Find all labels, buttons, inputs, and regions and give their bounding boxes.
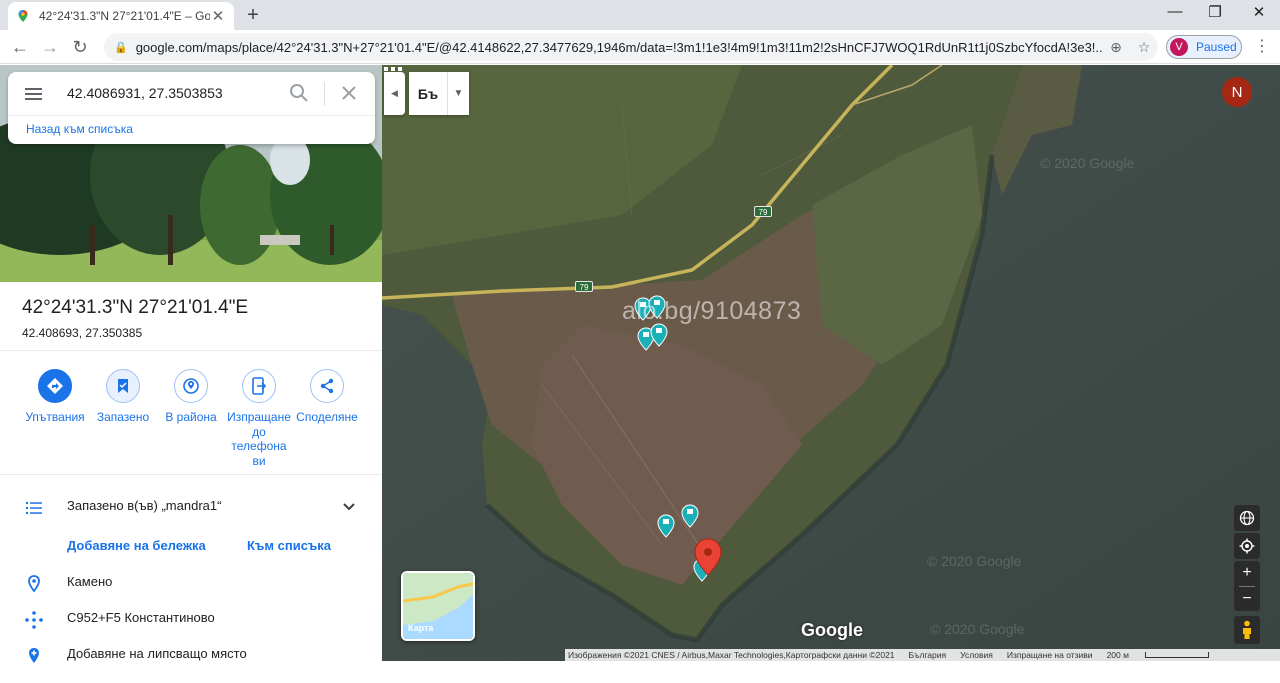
copyright-ghost: © 2020 Google <box>930 621 1025 637</box>
browser-tab[interactable]: 42°24'31.3"N 27°21'01.4"E – Google ✕ <box>8 2 234 30</box>
to-list-link[interactable]: Към списъка <box>247 538 331 553</box>
page-title: 42°24'31.3"N 27°21'01.4"E <box>22 297 249 318</box>
plus-code-row[interactable]: C952+F5 Константиново <box>0 604 382 634</box>
chevron-down-icon[interactable] <box>340 498 358 516</box>
nearby-button[interactable]: В района <box>157 369 225 425</box>
location-pin-icon <box>28 575 40 593</box>
copyright-ghost: © 2020 Google <box>927 553 1022 569</box>
scale-label: 200 м <box>1106 650 1129 660</box>
lock-icon: 🔒 <box>114 41 128 54</box>
account-avatar[interactable]: N <box>1222 77 1252 107</box>
nearby-label: В района <box>165 410 217 424</box>
profile-status: Paused <box>1196 40 1237 54</box>
search-box: 42.4086931, 27.3503853 Назад към списъка <box>8 72 375 144</box>
maps-pin-icon <box>18 10 28 22</box>
locality-text: Камено <box>67 574 113 589</box>
satellite-imagery <box>382 65 1280 661</box>
pegman-icon[interactable] <box>1234 616 1260 644</box>
location-target-icon[interactable]: ⊕ <box>1102 39 1130 56</box>
tab-bar: 42°24'31.3"N 27°21'01.4"E – Google ✕ + —… <box>0 0 1280 30</box>
copyright-ghost: © 2020 Google <box>1040 155 1135 171</box>
back-arrow-icon[interactable]: ← <box>8 35 32 59</box>
add-place-icon <box>29 648 39 663</box>
minimize-icon[interactable]: — <box>1160 3 1190 20</box>
scale-bar[interactable]: 200 м <box>1107 650 1223 660</box>
nearby-icon <box>183 378 199 394</box>
terms-link[interactable]: Условия <box>960 650 993 660</box>
share-icon <box>320 378 334 394</box>
profile-avatar: V <box>1170 38 1188 56</box>
directions-icon <box>47 378 63 394</box>
divider <box>0 474 382 475</box>
saved-in-list-text: Запазено в(ъв) „mandra1“ <box>67 498 222 513</box>
google-logo: Google <box>801 620 863 640</box>
tab-title: 42°24'31.3"N 27°21'01.4"E – Google <box>39 9 210 23</box>
send-to-phone-label: Изпращане до телефона ви <box>227 410 291 468</box>
road-79-label: 79 <box>754 206 772 217</box>
directions-label: Упътвания <box>25 410 85 424</box>
share-label: Споделяне <box>296 410 358 424</box>
new-tab-icon[interactable]: + <box>243 4 263 27</box>
bookmark-icon <box>118 379 128 393</box>
send-to-phone-icon <box>252 377 267 395</box>
language-button[interactable]: Бъ ▼ <box>409 72 469 115</box>
map-layer-toggle[interactable]: Карта <box>401 571 475 641</box>
country-link[interactable]: България <box>909 650 947 660</box>
browser-toolbar: ← → ↻ 🔒 google.com/maps/place/42°24'31.3… <box>0 30 1280 64</box>
watermark-text: alo.bg/9104873 <box>622 297 802 325</box>
plus-code-icon <box>25 611 43 629</box>
search-separator <box>8 115 375 116</box>
map-attribution-bar: Изображения ©2021 CNES / Airbus,Maxar Te… <box>565 649 1280 661</box>
saved-button[interactable]: Запазено <box>89 369 157 425</box>
place-panel: 42.4086931, 27.3503853 Назад към списъка… <box>0 65 382 683</box>
my-location-button[interactable] <box>1234 533 1260 559</box>
caret-down-icon[interactable]: ▼ <box>447 72 469 115</box>
saved-in-list-row[interactable]: Запазено в(ъв) „mandra1“ <box>0 492 382 522</box>
url-text[interactable]: google.com/maps/place/42°24'31.3"N+27°21… <box>136 40 1102 55</box>
share-button[interactable]: Споделяне <box>293 369 361 425</box>
search-divider <box>324 82 325 106</box>
zoom-controls: + − <box>1234 561 1260 611</box>
forward-arrow-icon[interactable]: → <box>38 35 62 59</box>
directions-button[interactable]: Упътвания <box>21 369 89 425</box>
locality-row[interactable]: Камено <box>0 568 382 598</box>
search-input[interactable]: 42.4086931, 27.3503853 <box>67 85 223 101</box>
zoom-out-button[interactable]: − <box>1234 587 1260 612</box>
back-to-list-link[interactable]: Назад към списъка <box>26 122 133 136</box>
clear-search-icon[interactable] <box>340 84 358 102</box>
my-location-icon <box>1239 538 1255 554</box>
browser-menu-icon[interactable]: ⋮ <box>1252 36 1272 56</box>
apps-grid-icon[interactable] <box>382 65 404 87</box>
satellite-map[interactable]: © 2020 Google © 2020 Google © 2020 Googl… <box>382 65 1280 661</box>
divider <box>0 350 382 351</box>
window-close-icon[interactable]: ✕ <box>1244 3 1274 21</box>
coordinates-text: 42.408693, 27.350385 <box>22 326 143 340</box>
globe-view-button[interactable] <box>1234 505 1260 531</box>
road-79-label: 79 <box>575 281 593 292</box>
add-note-link[interactable]: Добавяне на бележка <box>67 538 206 553</box>
hamburger-menu-icon[interactable] <box>22 85 46 103</box>
restore-icon[interactable]: ❐ <box>1200 3 1230 21</box>
plus-code-text: C952+F5 Константиново <box>67 610 215 625</box>
zoom-in-button[interactable]: + <box>1234 561 1260 586</box>
map-layer-label: Карта <box>408 623 434 633</box>
reload-icon[interactable]: ↻ <box>68 35 92 59</box>
imagery-credit: Изображения ©2021 CNES / Airbus,Maxar Te… <box>568 650 895 660</box>
send-feedback-link[interactable]: Изпращане на отзиви <box>1007 650 1093 660</box>
add-missing-place-row[interactable]: Добавяне на липсващо място <box>0 640 382 670</box>
bookmark-star-icon[interactable]: ☆ <box>1130 39 1158 56</box>
language-label: Бъ <box>417 85 439 102</box>
tab-close-icon[interactable]: ✕ <box>210 7 226 25</box>
saved-label: Запазено <box>96 410 150 424</box>
search-icon[interactable] <box>288 82 310 104</box>
send-to-phone-button[interactable]: Изпращане до телефона ви <box>225 369 293 468</box>
list-icon <box>25 501 42 515</box>
profile-paused-button[interactable]: V Paused <box>1166 35 1242 59</box>
add-missing-place-text: Добавяне на липсващо място <box>67 646 247 661</box>
globe-icon <box>1239 510 1255 526</box>
address-bar[interactable]: 🔒 google.com/maps/place/42°24'31.3"N+27°… <box>104 33 1158 61</box>
